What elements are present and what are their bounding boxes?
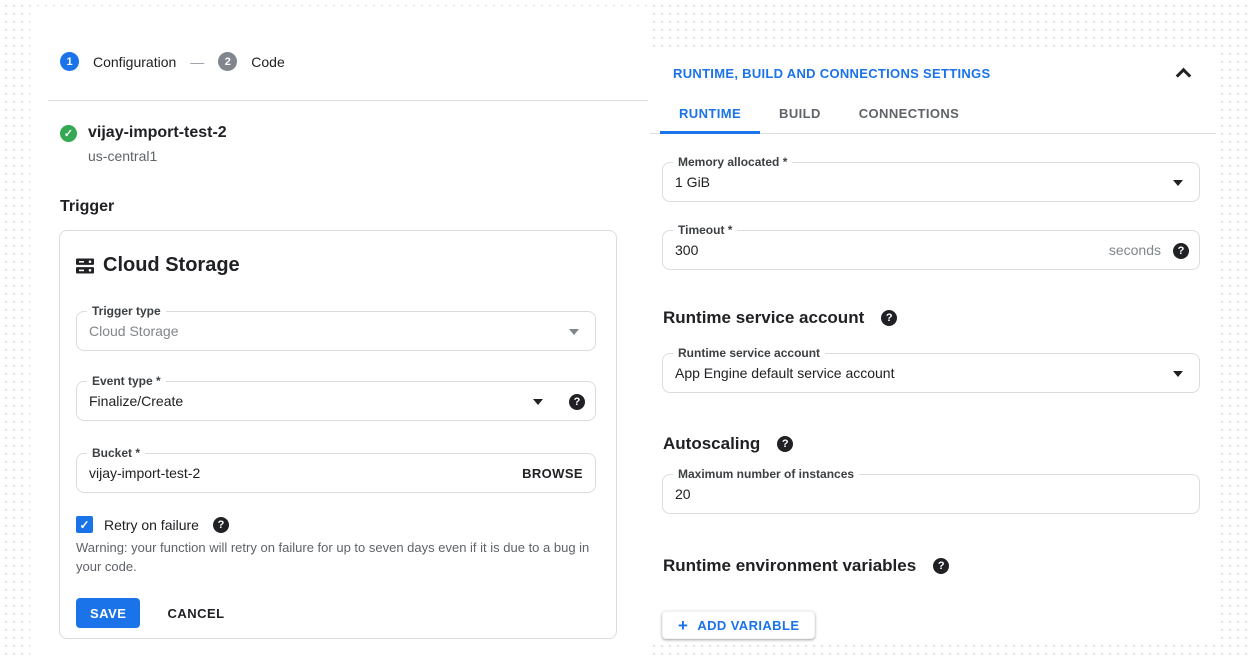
settings-accordion-title: RUNTIME, BUILD AND CONNECTIONS SETTINGS	[673, 66, 990, 81]
save-button[interactable]: SAVE	[76, 598, 140, 628]
settings-accordion-toggle[interactable]: RUNTIME, BUILD AND CONNECTIONS SETTINGS	[650, 58, 1216, 88]
tab-connections[interactable]: CONNECTIONS	[840, 94, 978, 134]
cancel-button[interactable]: CANCEL	[167, 606, 224, 621]
dropdown-arrow-icon	[1173, 371, 1183, 377]
service-account-select[interactable]: Runtime service account App Engine defau…	[662, 353, 1200, 393]
action-buttons-row: SAVE CANCEL	[76, 598, 596, 628]
settings-tabs: RUNTIME BUILD CONNECTIONS	[650, 94, 1216, 134]
stepper-divider	[48, 100, 648, 101]
memory-allocated-select[interactable]: Memory allocated * 1 GiB	[662, 162, 1200, 202]
max-instances-value: 20	[675, 475, 1089, 513]
timeout-unit-suffix: seconds	[1109, 231, 1161, 269]
browse-button[interactable]: BROWSE	[522, 454, 583, 494]
retry-warning-text: Warning: your function will retry on fai…	[76, 538, 604, 576]
env-variables-heading-row: Runtime environment variables ?	[663, 556, 1216, 576]
trigger-type-value: Cloud Storage	[89, 312, 505, 350]
function-status-row: ✓ vijay-import-test-2	[60, 124, 648, 142]
retry-checkbox[interactable]: ✓	[76, 516, 93, 533]
event-type-value: Finalize/Create	[89, 382, 505, 420]
function-name: vijay-import-test-2	[88, 124, 227, 142]
step-2-label[interactable]: Code	[251, 54, 284, 70]
dropdown-arrow-icon	[533, 399, 543, 405]
add-variable-button-label: ADD VARIABLE	[697, 618, 799, 633]
env-variables-heading: Runtime environment variables	[663, 556, 916, 576]
success-check-icon: ✓	[60, 125, 77, 142]
env-variables-help-icon[interactable]: ?	[933, 558, 949, 574]
bucket-input[interactable]: Bucket * vijay-import-test-2 BROWSE	[76, 453, 596, 493]
chevron-up-icon[interactable]	[1176, 68, 1192, 84]
trigger-card: Cloud Storage Trigger type Cloud Storage…	[59, 230, 617, 639]
add-variable-button[interactable]: + ADD VARIABLE	[662, 611, 815, 639]
tab-build[interactable]: BUILD	[760, 94, 840, 134]
step-2-badge[interactable]: 2	[218, 52, 237, 71]
trigger-type-select: Trigger type Cloud Storage	[76, 311, 596, 351]
trigger-card-title: Cloud Storage	[103, 254, 240, 277]
service-account-help-icon[interactable]: ?	[881, 310, 897, 326]
memory-allocated-value: 1 GiB	[675, 163, 1089, 201]
tab-runtime[interactable]: RUNTIME	[660, 94, 760, 134]
trigger-heading: Trigger	[60, 198, 648, 216]
service-account-heading-row: Runtime service account ?	[663, 308, 1216, 328]
service-account-value: App Engine default service account	[675, 354, 1089, 392]
dropdown-arrow-icon	[569, 329, 579, 335]
timeout-help-icon[interactable]: ?	[1173, 243, 1189, 259]
stepper-separator: —	[190, 54, 204, 70]
runtime-settings-panel: RUNTIME, BUILD AND CONNECTIONS SETTINGS …	[650, 48, 1216, 640]
autoscaling-heading: Autoscaling	[663, 434, 760, 454]
plus-icon: +	[678, 617, 688, 634]
autoscaling-help-icon[interactable]: ?	[777, 436, 793, 452]
stepper: 1 Configuration — 2 Code	[60, 52, 648, 71]
retry-help-icon[interactable]: ?	[213, 517, 229, 533]
configuration-panel: 1 Configuration — 2 Code ✓ vijay-import-…	[30, 6, 648, 658]
autoscaling-heading-row: Autoscaling ?	[663, 434, 1216, 454]
bucket-value: vijay-import-test-2	[89, 454, 505, 492]
max-instances-input[interactable]: Maximum number of instances 20	[662, 474, 1200, 514]
trigger-card-title-row: Cloud Storage	[76, 254, 596, 277]
service-account-heading: Runtime service account	[663, 308, 864, 328]
event-type-help-icon[interactable]: ?	[569, 394, 585, 410]
step-1-badge[interactable]: 1	[60, 52, 79, 71]
timeout-value: 300	[675, 231, 1089, 269]
function-region: us-central1	[88, 148, 648, 164]
timeout-input[interactable]: Timeout * 300 seconds ?	[662, 230, 1200, 270]
retry-label[interactable]: Retry on failure	[104, 517, 199, 533]
dropdown-arrow-icon	[1173, 180, 1183, 186]
event-type-select[interactable]: Event type * Finalize/Create ?	[76, 381, 596, 421]
step-1-label[interactable]: Configuration	[93, 54, 176, 70]
retry-on-failure-row: ✓ Retry on failure ?	[76, 516, 596, 533]
cloud-storage-icon	[76, 258, 94, 274]
